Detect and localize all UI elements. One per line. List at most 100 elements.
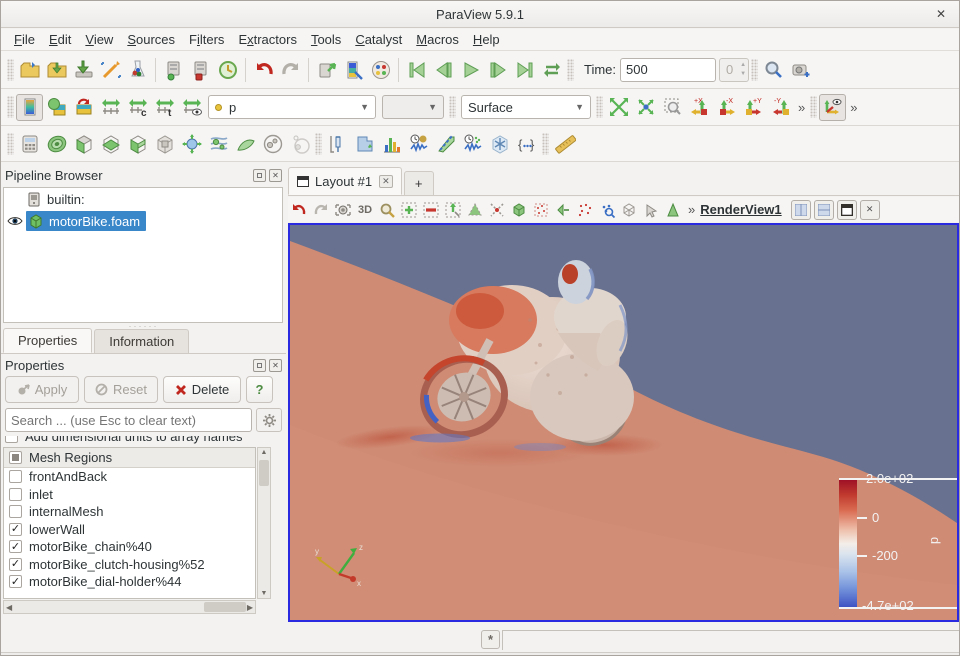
select-block-icon[interactable]: [508, 199, 530, 221]
scroll-up-icon[interactable]: ▲: [258, 449, 270, 456]
last-frame-icon[interactable]: [511, 56, 538, 83]
select-mesh-icon[interactable]: [618, 199, 640, 221]
open-icon[interactable]: [16, 56, 43, 83]
zoom-tool-icon[interactable]: [760, 56, 787, 83]
spin-arrows-icon[interactable]: ▲▼: [740, 61, 746, 79]
search-input[interactable]: [5, 408, 252, 432]
rescale-temporal-range-icon[interactable]: t: [151, 94, 178, 121]
save-extracts-icon[interactable]: [70, 56, 97, 83]
checkbox[interactable]: [9, 505, 22, 518]
disconnect-server-icon[interactable]: [187, 56, 214, 83]
toolbar-grip[interactable]: [7, 96, 14, 118]
contour-icon[interactable]: [43, 130, 70, 157]
menu-help[interactable]: Help: [466, 30, 507, 49]
visibility-eye-icon[interactable]: [4, 215, 26, 227]
title-bar[interactable]: ParaView 5.9.1 ✕: [1, 1, 959, 28]
mesh-region-row[interactable]: inlet: [4, 486, 255, 504]
checkbox[interactable]: [9, 523, 22, 536]
capture-screenshot-icon[interactable]: [332, 199, 354, 221]
checkbox[interactable]: [9, 488, 22, 501]
clip-icon[interactable]: [70, 130, 97, 157]
stream-tracer-icon[interactable]: [205, 130, 232, 157]
scrollbar-thumb[interactable]: [259, 460, 269, 486]
mesh-regions-header[interactable]: Mesh Regions: [4, 448, 255, 468]
undock-icon[interactable]: [253, 169, 266, 182]
time-input[interactable]: [620, 58, 716, 82]
split-vertical-button[interactable]: [814, 200, 834, 220]
interactive-select-points-icon[interactable]: [552, 199, 574, 221]
camera-undo-icon[interactable]: [288, 199, 310, 221]
checkbox[interactable]: [9, 575, 22, 588]
reset-camera-icon[interactable]: [605, 94, 632, 121]
toolbar-overflow-icon[interactable]: »: [846, 100, 860, 115]
select-points-rect-icon[interactable]: [420, 199, 442, 221]
show-orientation-axes-icon[interactable]: [819, 94, 846, 121]
plot-selection-over-time-icon[interactable]: [459, 130, 486, 157]
representation-combo[interactable]: Surface▼: [461, 95, 591, 119]
pipeline-item-motorbike[interactable]: motorBike.foam: [4, 210, 282, 232]
menu-extractors[interactable]: Extractors: [231, 30, 304, 49]
toolbar-grip[interactable]: [315, 133, 322, 155]
slice-icon[interactable]: [97, 130, 124, 157]
horizontal-scrollbar[interactable]: ◀ ▶: [3, 600, 256, 614]
camera-redo-icon[interactable]: [310, 199, 332, 221]
extract-subset-icon[interactable]: [151, 130, 178, 157]
view-plus-x-icon[interactable]: +X: [686, 94, 713, 121]
rescale-data-range-icon[interactable]: [97, 94, 124, 121]
zoom-to-box-icon[interactable]: [659, 94, 686, 121]
checkbox[interactable]: [9, 470, 22, 483]
connect-server-icon[interactable]: [160, 56, 187, 83]
scroll-down-icon[interactable]: ▼: [258, 590, 270, 597]
first-frame-icon[interactable]: [403, 56, 430, 83]
new-layout-tab-button[interactable]: +: [404, 171, 434, 195]
close-panel-icon[interactable]: ✕: [269, 169, 282, 182]
color-by-combo[interactable]: p▼: [208, 95, 376, 119]
checkbox[interactable]: [9, 540, 22, 553]
close-panel-icon[interactable]: ✕: [269, 359, 282, 372]
group-datasets-icon[interactable]: [259, 130, 286, 157]
toggle-color-legend-icon[interactable]: [16, 94, 43, 121]
menu-tools[interactable]: Tools: [304, 30, 348, 49]
toolbar-grip[interactable]: [567, 59, 574, 81]
tristate-checkbox[interactable]: [9, 451, 22, 464]
menu-filters[interactable]: Filters: [182, 30, 231, 49]
reset-session-icon[interactable]: [214, 56, 241, 83]
auto-apply-icon[interactable]: [313, 56, 340, 83]
hover-cells-icon[interactable]: [596, 199, 618, 221]
pick-point-icon[interactable]: [640, 199, 662, 221]
vertical-scrollbar[interactable]: ▲ ▼: [257, 447, 271, 599]
delete-button[interactable]: Delete: [163, 376, 241, 403]
help-button[interactable]: ?: [246, 376, 273, 403]
rescale-visible-range-icon[interactable]: [178, 94, 205, 121]
toolbar-grip[interactable]: [449, 96, 456, 118]
mesh-region-row[interactable]: lowerWall: [4, 521, 255, 539]
toolbar-grip[interactable]: [810, 96, 817, 118]
toolbar-grip[interactable]: [596, 96, 603, 118]
toolbar-overflow-icon[interactable]: »: [794, 100, 808, 115]
clipped-option-row[interactable]: Add dimensional units to array names: [5, 436, 243, 445]
tab-information[interactable]: Information: [94, 329, 189, 353]
mesh-region-row[interactable]: frontAndBack: [4, 468, 255, 486]
gear-icon[interactable]: [256, 408, 282, 432]
tab-close-icon[interactable]: ✕: [379, 175, 393, 188]
toolbar-grip[interactable]: [751, 59, 758, 81]
reset-button[interactable]: Reset: [84, 376, 158, 403]
undo-icon[interactable]: [250, 56, 277, 83]
edit-color-map-icon[interactable]: [340, 56, 367, 83]
loop-icon[interactable]: [538, 56, 565, 83]
toolbar-grip[interactable]: [542, 133, 549, 155]
view-toolbar-overflow-icon[interactable]: »: [684, 202, 698, 217]
view-minus-y-icon[interactable]: -Y: [767, 94, 794, 121]
scrollbar-thumb[interactable]: [204, 602, 246, 612]
mesh-region-row[interactable]: motorBike_dial-holder%44: [4, 573, 255, 591]
mesh-region-row[interactable]: internalMesh: [4, 503, 255, 521]
checkbox[interactable]: [5, 436, 18, 443]
select-polygon-points-icon[interactable]: [486, 199, 508, 221]
histogram-icon[interactable]: [378, 130, 405, 157]
tab-layout-1[interactable]: Layout #1 ✕: [288, 167, 402, 195]
menu-view[interactable]: View: [78, 30, 120, 49]
selected-pipeline-item[interactable]: motorBike.foam: [26, 211, 146, 231]
scroll-right-icon[interactable]: ▶: [247, 603, 253, 612]
previous-frame-icon[interactable]: [430, 56, 457, 83]
warp-by-vector-icon[interactable]: [232, 130, 259, 157]
